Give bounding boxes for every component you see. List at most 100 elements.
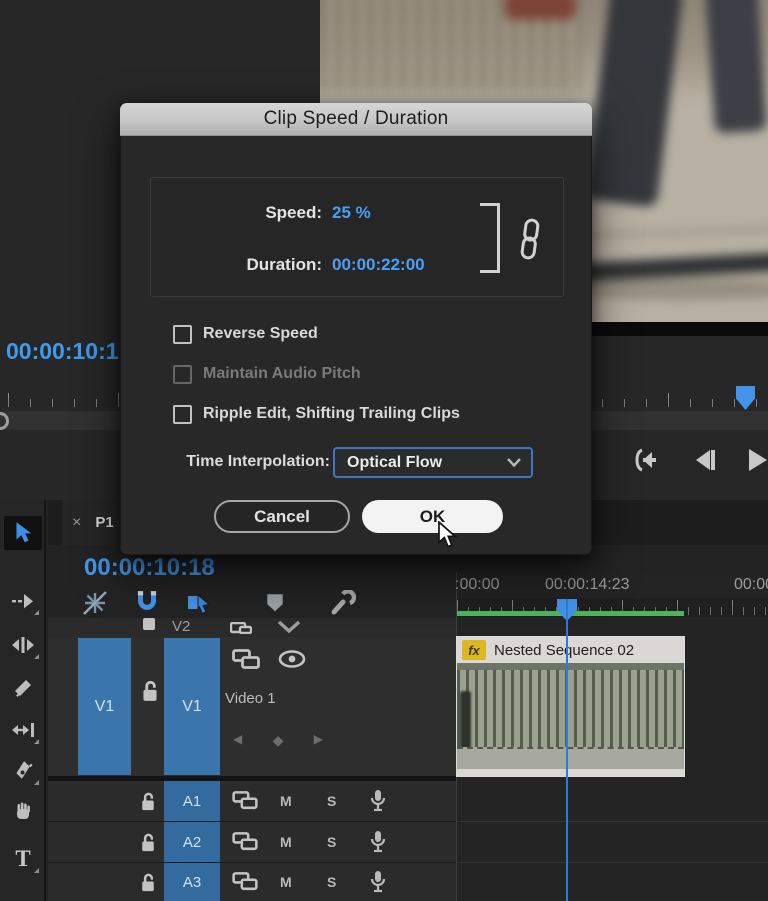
ripple-edit-checkbox-row: Ripple Edit, Shifting Trailing Clips (173, 404, 460, 424)
target-track-a2-button[interactable]: A2 (164, 822, 220, 862)
sync-lock-icon[interactable] (232, 791, 258, 811)
video-track-2-partial: V2 (48, 618, 457, 637)
solo-button[interactable]: S (327, 793, 336, 809)
target-track-a3-button[interactable]: A3 (164, 863, 220, 901)
ripple-edit-tool[interactable] (4, 628, 42, 662)
track-select-forward-tool[interactable] (4, 584, 42, 618)
nest-toggle-icon (82, 590, 108, 616)
track-name-label: Video 1 (225, 690, 276, 707)
reverse-speed-checkbox-row: Reverse Speed (173, 324, 318, 344)
clip-name-label: Nested Sequence 02 (494, 642, 634, 659)
ripple-edit-icon (11, 635, 35, 655)
lock-icon[interactable] (138, 791, 158, 812)
sync-lock-icon[interactable] (232, 649, 260, 671)
target-track-a1-label: A1 (183, 793, 201, 810)
fx-badge-icon[interactable]: fx (462, 640, 486, 660)
microphone-icon[interactable] (368, 870, 388, 894)
reverse-speed-checkbox[interactable] (173, 325, 192, 344)
hand-tool[interactable] (4, 794, 42, 828)
lock-icon[interactable] (140, 618, 158, 632)
transport-controls (630, 443, 768, 477)
sync-lock-icon[interactable] (232, 872, 258, 892)
nest-toggle-button[interactable] (80, 590, 110, 616)
slip-tool[interactable] (4, 713, 42, 747)
monitor-timecode[interactable]: 00:00:10:1 (6, 338, 120, 365)
slip-icon (11, 721, 35, 739)
snap-button[interactable] (132, 590, 162, 616)
mouse-cursor-icon (437, 521, 457, 551)
play-icon (746, 448, 768, 472)
lock-icon[interactable] (138, 832, 158, 853)
linked-selection-button[interactable] (184, 590, 214, 616)
lock-icon[interactable] (139, 679, 161, 703)
link-chain-icon[interactable] (516, 217, 544, 261)
clip-speed-duration-dialog: Clip Speed / Duration Speed: 25 % Durati… (120, 103, 592, 555)
timeline-settings-button[interactable] (328, 590, 358, 616)
selection-tool[interactable] (4, 516, 42, 550)
step-back-icon (692, 448, 718, 472)
speed-duration-group (150, 177, 564, 297)
maintain-audio-pitch-checkbox (173, 365, 192, 384)
clip-thumbnail (457, 663, 684, 769)
eye-icon[interactable] (278, 649, 306, 669)
pen-icon (13, 760, 33, 782)
mute-button[interactable]: M (280, 793, 292, 809)
add-keyframe-button[interactable]: ◆ (273, 732, 284, 749)
chevron-down-icon[interactable] (276, 620, 302, 634)
speed-label: Speed: (120, 203, 322, 223)
time-interpolation-value: Optical Flow (347, 454, 507, 472)
mute-button[interactable]: M (280, 874, 292, 890)
ripple-edit-checkbox[interactable] (173, 405, 192, 424)
pen-tool[interactable] (4, 754, 42, 788)
duration-value[interactable]: 00:00:22:00 (332, 255, 425, 275)
target-track-v1-button[interactable]: V1 (164, 638, 220, 775)
snap-magnet-icon (135, 590, 159, 616)
solo-button[interactable]: S (327, 874, 336, 890)
sync-lock-icon[interactable] (232, 832, 258, 852)
audio-track-2-header: A2 M S (48, 822, 457, 862)
lane-divider (457, 862, 768, 863)
tools-panel: T (0, 500, 46, 901)
target-track-v1-label: V1 (182, 698, 202, 716)
next-keyframe-button[interactable]: ▶ (314, 732, 323, 749)
go-to-in-icon (630, 447, 664, 473)
mute-button[interactable]: M (280, 834, 292, 850)
microphone-icon[interactable] (368, 830, 388, 854)
add-marker-icon (264, 592, 286, 614)
add-marker-button[interactable] (260, 590, 290, 616)
type-tool-icon: T (15, 846, 30, 872)
sync-lock-icon[interactable] (230, 622, 252, 634)
lock-icon[interactable] (138, 872, 158, 893)
type-tool[interactable]: T (4, 842, 42, 876)
time-interpolation-select[interactable]: Optical Flow (333, 447, 533, 478)
tab-close-icon[interactable]: × (72, 514, 81, 532)
dialog-titlebar[interactable]: Clip Speed / Duration (120, 103, 592, 136)
prev-keyframe-button[interactable]: ◀ (233, 732, 242, 749)
clip-bottom-edge (457, 769, 684, 776)
playhead-line (566, 599, 568, 901)
clip-header: fx Nested Sequence 02 (457, 637, 684, 663)
timeline-timecode[interactable]: 00:00:10:18 (84, 554, 215, 582)
go-to-in-button[interactable] (630, 447, 664, 473)
step-back-button[interactable] (692, 448, 718, 472)
timeline-toolbar (80, 588, 358, 618)
premiere-app-window: 00:00:10:1 (0, 0, 768, 901)
razor-tool[interactable] (4, 671, 42, 705)
reverse-speed-label: Reverse Speed (203, 325, 318, 343)
play-button[interactable] (746, 448, 768, 472)
keyframe-navigator: ◀ ◆ ▶ (233, 732, 323, 749)
speed-value[interactable]: 25 % (332, 203, 371, 223)
wrench-icon (330, 590, 356, 616)
maintain-audio-pitch-checkbox-row: Maintain Audio Pitch (173, 364, 361, 384)
solo-button[interactable]: S (327, 834, 336, 850)
source-patch-v1-button[interactable]: V1 (78, 638, 131, 775)
target-track-a1-button[interactable]: A1 (164, 781, 220, 821)
cancel-button-label: Cancel (254, 507, 310, 527)
cancel-button[interactable]: Cancel (214, 500, 350, 533)
selection-tool-icon (12, 521, 34, 545)
ok-button[interactable]: OK (362, 500, 503, 533)
ruler-label: 00:00 (734, 576, 768, 594)
microphone-icon[interactable] (368, 789, 388, 813)
time-interpolation-label: Time Interpolation: (120, 453, 330, 471)
timeline-clip[interactable]: fx Nested Sequence 02 (457, 637, 684, 776)
